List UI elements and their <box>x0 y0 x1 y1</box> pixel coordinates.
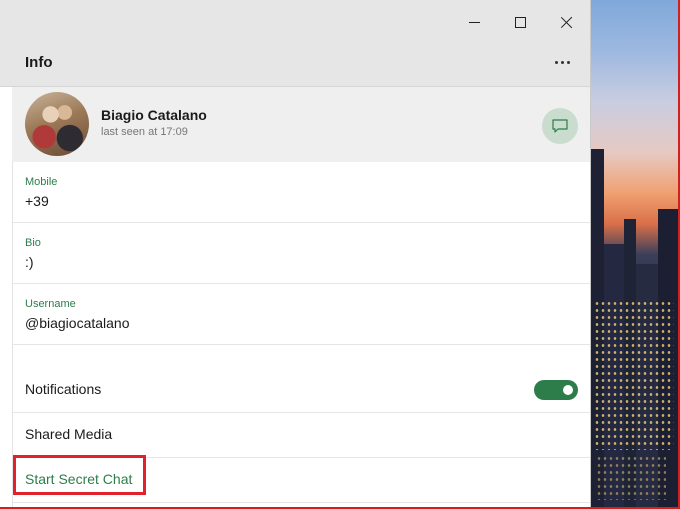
notifications-toggle[interactable] <box>534 380 578 400</box>
title-bar: Info <box>0 0 590 87</box>
maximize-icon[interactable] <box>497 8 543 36</box>
field-value: @biagiocatalano <box>25 315 130 331</box>
shared-media-row[interactable]: Shared Media <box>13 413 590 458</box>
start-secret-chat-label: Start Secret Chat <box>25 471 133 487</box>
mobile-field[interactable]: Mobile +39 <box>13 162 590 223</box>
bio-field[interactable]: Bio :) <box>13 223 590 284</box>
profile-name: Biagio Catalano <box>101 107 207 123</box>
app-window: Info Biagio Catalano last seen at 17:09 … <box>0 0 591 509</box>
page-title: Info <box>25 54 53 71</box>
field-label: Mobile <box>25 176 58 188</box>
notifications-label: Notifications <box>25 381 102 397</box>
field-value: +39 <box>25 193 49 209</box>
close-icon[interactable] <box>543 8 589 36</box>
field-label: Username <box>25 298 76 310</box>
field-value: :) <box>25 254 34 270</box>
minimize-icon[interactable] <box>451 8 497 36</box>
info-content: Biagio Catalano last seen at 17:09 Mobil… <box>12 87 590 509</box>
profile-header: Biagio Catalano last seen at 17:09 <box>12 87 590 162</box>
last-seen-status: last seen at 17:09 <box>101 126 188 138</box>
desktop-wallpaper <box>590 0 680 509</box>
more-icon[interactable] <box>548 50 576 74</box>
notifications-row[interactable]: Notifications <box>13 368 590 413</box>
water-reflection <box>596 455 666 500</box>
start-secret-chat-row[interactable]: Start Secret Chat <box>13 458 590 503</box>
avatar[interactable] <box>25 92 89 156</box>
username-field[interactable]: Username @biagiocatalano <box>13 284 590 345</box>
chat-icon[interactable] <box>542 108 578 144</box>
toggle-knob <box>563 385 573 395</box>
city-lights <box>594 300 674 450</box>
shared-media-label: Shared Media <box>25 426 113 442</box>
field-label: Bio <box>25 237 41 249</box>
